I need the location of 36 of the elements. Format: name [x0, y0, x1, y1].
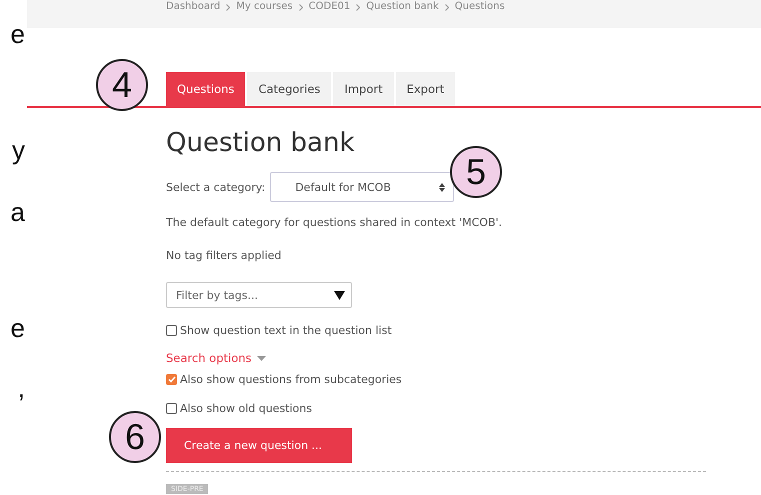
breadcrumb-link[interactable]: Questions [454, 1, 505, 12]
checkbox-option[interactable]: Show question text in the question list [166, 324, 392, 337]
tag-filter-field[interactable]: Filter by tags... [166, 282, 352, 308]
breadcrumb-link[interactable]: CODE01 [308, 1, 350, 12]
chevron-icon [226, 4, 230, 11]
text-fragment: y [12, 136, 26, 164]
sort-arrows-icon [439, 182, 446, 192]
check-icon [168, 376, 176, 383]
tab[interactable]: Questions [166, 72, 246, 106]
tag-status: No tag filters applied [166, 249, 282, 262]
breadcrumb-link[interactable]: Question bank [366, 1, 439, 12]
breadcrumb-link[interactable]: Dashboard [166, 1, 220, 12]
chevron-icon [298, 4, 303, 11]
callout-number: 6 [109, 411, 161, 463]
category-label: Select a category: [166, 180, 266, 194]
caret-icon [256, 356, 266, 360]
text-fragment: , [18, 374, 26, 402]
search-options-link[interactable]: Search options [166, 351, 266, 365]
text-fragment: e [10, 20, 26, 48]
category-select[interactable]: Default for MCOB [270, 172, 454, 202]
breadcrumb-link[interactable]: My courses [236, 1, 293, 12]
callout-number: 5 [450, 146, 502, 198]
callout-number: 4 [96, 59, 148, 111]
chevron-icon [356, 4, 360, 11]
page-heading: Question bank [166, 128, 355, 158]
tab[interactable]: Import [333, 72, 394, 106]
category-description: The default category for questions shared in context 'MCOB'. [166, 216, 502, 229]
text-fragment: a [10, 198, 26, 226]
dropdown-arrow-icon [334, 290, 345, 300]
tab[interactable]: Export [396, 72, 456, 106]
create-question-button[interactable]: Create a new question ... [166, 428, 352, 463]
checkbox-option[interactable]: Also show questions from subcategories [166, 373, 402, 386]
chevron-icon [444, 4, 449, 11]
checkbox-option[interactable]: Also show old questions [166, 402, 312, 415]
text-fragment: e [10, 314, 26, 342]
tab[interactable]: Categories [247, 72, 332, 106]
